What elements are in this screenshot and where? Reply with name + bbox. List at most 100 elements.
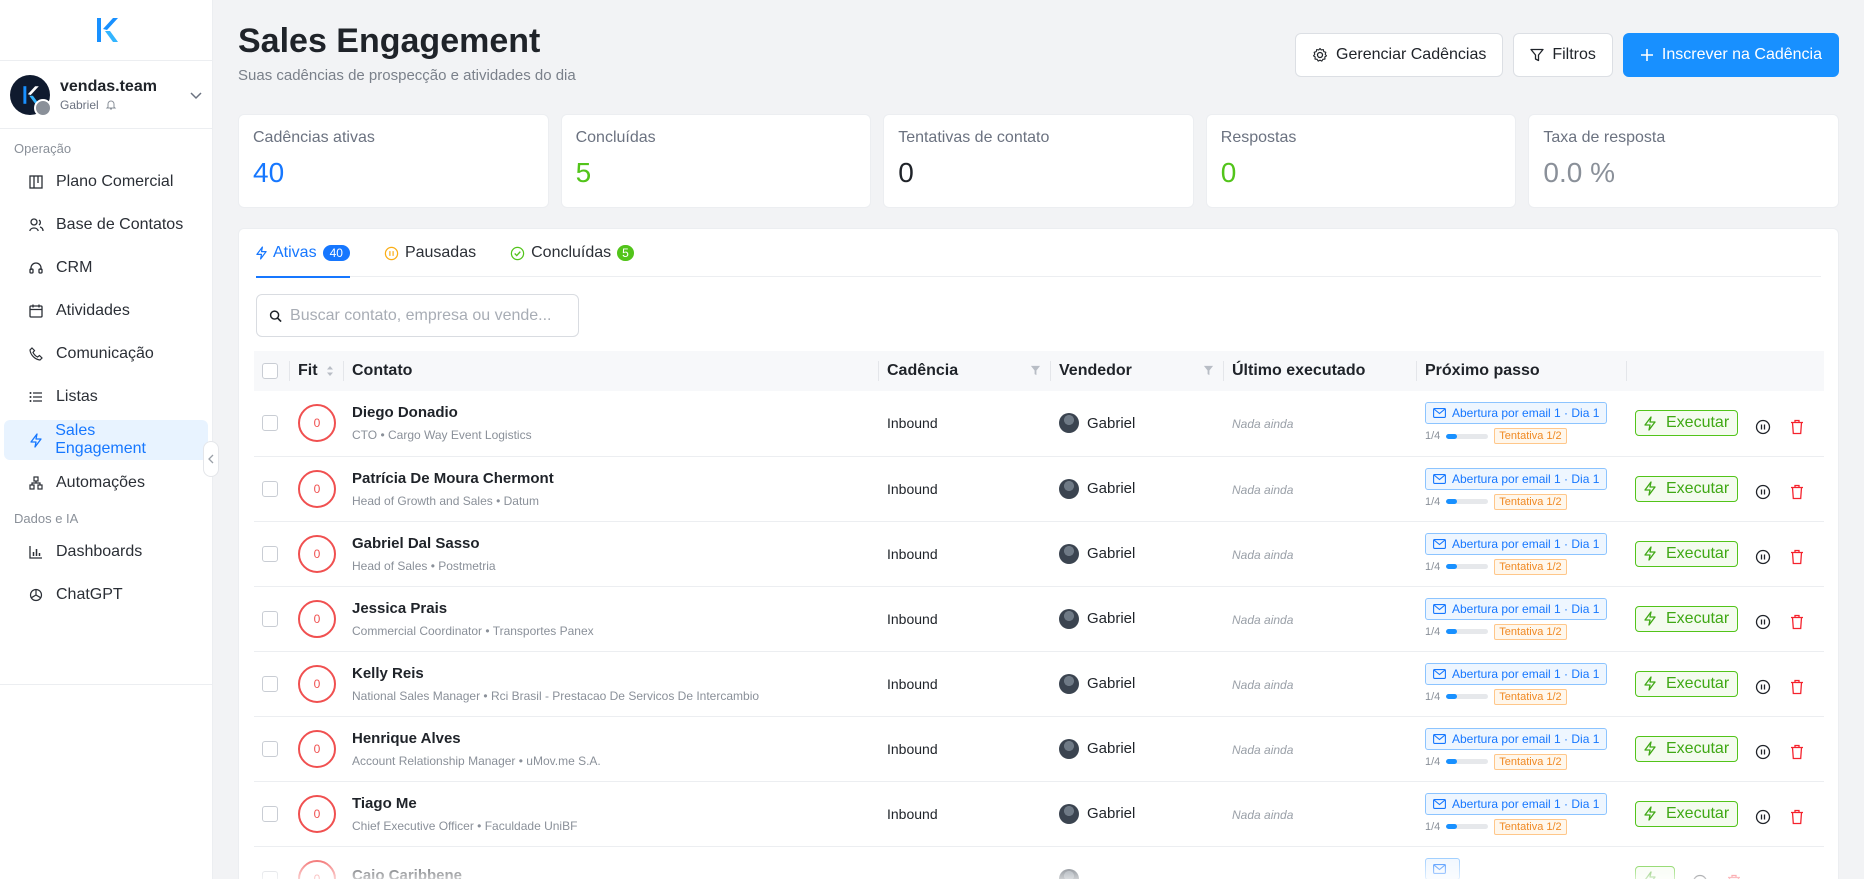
- contact-name[interactable]: Patrícia De Moura Chermont: [352, 470, 871, 487]
- chevron-down-icon[interactable]: [190, 87, 202, 103]
- next-step-tag[interactable]: Abertura por email 1 · Dia 1: [1425, 467, 1608, 490]
- table-row[interactable]: 0 Gabriel Dal Sasso Head of Sales • Post…: [254, 521, 1824, 586]
- next-step-label: Abertura por email 1 · Dia 1: [1452, 796, 1600, 811]
- sidebar-item-chatgpt[interactable]: ChatGPT: [4, 575, 208, 615]
- tab-pausadas[interactable]: Pausadas: [384, 229, 476, 277]
- pause-icon[interactable]: [1754, 808, 1772, 826]
- bolt-icon: [1644, 416, 1656, 431]
- row-checkbox[interactable]: [262, 805, 278, 822]
- sidebar-item-comunicacao[interactable]: Comunicação: [4, 334, 208, 374]
- sidebar-item-listas[interactable]: Listas: [4, 377, 208, 417]
- sidebar-item-sales-engagement[interactable]: Sales Engagement: [4, 420, 208, 460]
- contact-name[interactable]: Jessica Prais: [352, 600, 871, 617]
- contact-name[interactable]: Kelly Reis: [352, 665, 871, 682]
- trash-icon[interactable]: [1788, 613, 1806, 631]
- execute-button[interactable]: Executar: [1635, 605, 1739, 632]
- execute-button[interactable]: Executar: [1635, 735, 1739, 762]
- enroll-cadence-button[interactable]: Inscrever na Cadência: [1622, 33, 1839, 77]
- table-row[interactable]: 0 Patrícia De Moura Chermont Head of Gro…: [254, 456, 1824, 521]
- table-row[interactable]: 0 Tiago Me Chief Executive Officer • Fac…: [254, 781, 1824, 846]
- tab-concluidas[interactable]: Concluídas 5: [510, 229, 634, 277]
- row-checkbox[interactable]: [262, 610, 278, 627]
- sidebar-item-automacoes[interactable]: Automações: [4, 463, 208, 503]
- stat-reply-rate: Taxa de resposta 0.0 %: [1528, 114, 1839, 208]
- contact-name[interactable]: Diego Donadio: [352, 404, 871, 421]
- pause-icon[interactable]: [1754, 548, 1772, 566]
- sidebar-item-atividades[interactable]: Atividades: [4, 291, 208, 331]
- row-checkbox[interactable]: [262, 415, 278, 432]
- manage-cadences-button[interactable]: Gerenciar Cadências: [1295, 33, 1504, 77]
- pause-icon[interactable]: [1754, 743, 1772, 761]
- pause-icon[interactable]: [1754, 678, 1772, 696]
- next-step-label: Abertura por email 1 · Dia 1: [1452, 406, 1600, 421]
- execute-button[interactable]: Executar: [1635, 800, 1739, 827]
- search-input[interactable]: [290, 306, 566, 325]
- execute-button[interactable]: Executar: [1635, 540, 1739, 567]
- list-icon: [28, 389, 44, 405]
- table-row[interactable]: 0 Jessica Prais Commercial Coordinator •…: [254, 586, 1824, 651]
- contact-name[interactable]: Gabriel Dal Sasso: [352, 535, 871, 552]
- next-step-tag[interactable]: Abertura por email 1 · Dia 1: [1425, 532, 1608, 555]
- mail-icon: [1433, 668, 1446, 679]
- table-row[interactable]: 0 Diego Donadio CTO • Cargo Way Event Lo…: [254, 391, 1824, 456]
- stat-label: Tentativas de contato: [898, 129, 1050, 146]
- next-step-tag[interactable]: Abertura por email 1 · Dia 1: [1425, 597, 1608, 620]
- sidebar-item-crm[interactable]: CRM: [4, 248, 208, 288]
- trash-icon[interactable]: [1788, 548, 1806, 566]
- execute-button[interactable]: Executar: [1635, 670, 1739, 697]
- next-step-tag[interactable]: Abertura por email 1 · Dia 1: [1425, 662, 1608, 685]
- sidebar-collapse-handle[interactable]: [203, 441, 219, 477]
- row-checkbox[interactable]: [262, 480, 278, 497]
- attempt-badge: Tentativa 1/2: [1494, 753, 1567, 770]
- stat-value: 0: [898, 157, 914, 188]
- execute-button[interactable]: Executar: [1635, 475, 1739, 502]
- stat-completed: Concluídas 5: [560, 114, 872, 208]
- next-step-label: Abertura por email 1 · Dia 1: [1452, 471, 1600, 486]
- next-step-tag[interactable]: Abertura por email 1 · Dia 1: [1425, 402, 1608, 425]
- workspace-switcher[interactable]: vendas.team Gabriel: [0, 61, 212, 129]
- cadence-name: Inbound: [887, 415, 938, 432]
- contact-name[interactable]: Tiago Me: [352, 795, 871, 812]
- sidebar-item-plano-comercial[interactable]: Plano Comercial: [4, 162, 208, 202]
- column-header-label: Fit: [298, 362, 318, 379]
- search-box[interactable]: [256, 294, 579, 337]
- bell-icon[interactable]: [105, 99, 117, 111]
- next-step-label: Abertura por email 1 · Dia 1: [1452, 731, 1600, 746]
- contacts-icon: [28, 217, 44, 233]
- chevron-left-icon: [208, 454, 214, 464]
- execute-label: Executar: [1666, 479, 1730, 497]
- pause-icon[interactable]: [1754, 483, 1772, 501]
- bolt-icon: [1644, 741, 1656, 756]
- column-contact: Contato: [344, 351, 879, 391]
- filter-icon[interactable]: [1030, 365, 1041, 376]
- step-progress-text: 1/4: [1425, 560, 1441, 573]
- select-all-checkbox[interactable]: [262, 363, 278, 379]
- tab-ativas[interactable]: Ativas 40: [256, 229, 350, 278]
- sidebar-item-dashboards[interactable]: Dashboards: [4, 532, 208, 572]
- column-fit[interactable]: Fit: [290, 351, 344, 391]
- next-step-tag[interactable]: Abertura por email 1 · Dia 1: [1425, 792, 1608, 815]
- row-checkbox[interactable]: [262, 675, 278, 692]
- trash-icon[interactable]: [1788, 418, 1806, 436]
- trash-icon[interactable]: [1788, 483, 1806, 501]
- sidebar-item-base-de-contatos[interactable]: Base de Contatos: [4, 205, 208, 245]
- filter-icon[interactable]: [1203, 365, 1214, 376]
- execute-button[interactable]: Executar: [1635, 410, 1739, 437]
- column-header-label: Cadência: [887, 362, 959, 379]
- table-row[interactable]: 0 Henrique Alves Account Relationship Ma…: [254, 716, 1824, 781]
- filters-button[interactable]: Filtros: [1513, 33, 1613, 77]
- table-row[interactable]: 0 Kelly Reis National Sales Manager • Rc…: [254, 651, 1824, 716]
- pause-icon[interactable]: [1754, 613, 1772, 631]
- trash-icon[interactable]: [1788, 808, 1806, 826]
- row-checkbox[interactable]: [262, 740, 278, 757]
- contact-name[interactable]: Henrique Alves: [352, 730, 871, 747]
- next-step-tag[interactable]: Abertura por email 1 · Dia 1: [1425, 727, 1608, 750]
- section-label-operacao: Operação: [14, 140, 72, 156]
- sort-icon[interactable]: [326, 365, 334, 377]
- trash-icon[interactable]: [1788, 678, 1806, 696]
- pause-icon[interactable]: [1754, 418, 1772, 436]
- trash-icon[interactable]: [1788, 743, 1806, 761]
- app-logo[interactable]: [0, 0, 212, 61]
- row-checkbox[interactable]: [262, 545, 278, 562]
- stat-label: Taxa de resposta: [1543, 129, 1666, 146]
